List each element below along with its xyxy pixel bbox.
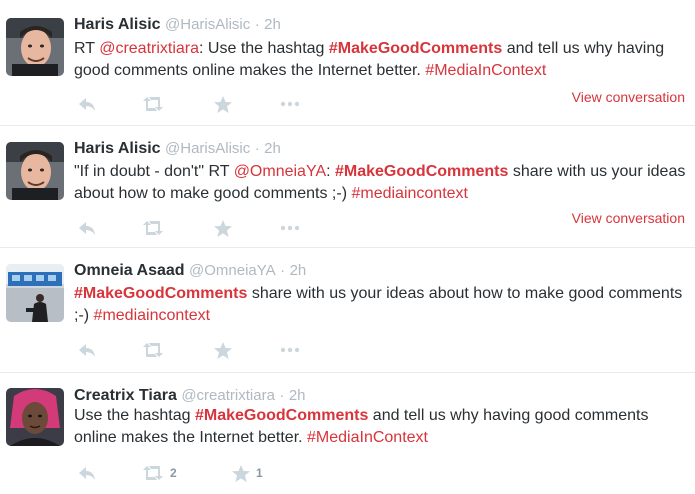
hashtag-link[interactable]: #mediaincontext	[94, 307, 211, 324]
view-conversation-link[interactable]: View conversation	[572, 210, 685, 226]
favorite-button[interactable]	[214, 94, 232, 114]
author-name[interactable]: Creatrix Tiara	[74, 387, 177, 404]
text-span: RT	[74, 40, 100, 57]
more-icon	[280, 101, 300, 107]
avatar[interactable]	[6, 388, 64, 446]
separator-dot: ·	[254, 16, 260, 33]
tweet[interactable]: Haris Alisic @HarisAlisic · 2h "If in do…	[0, 126, 695, 247]
hashtag-link[interactable]: #mediaincontext	[351, 185, 468, 202]
more-button[interactable]	[280, 340, 300, 360]
retweet-icon	[143, 466, 163, 480]
retweet-button[interactable]	[142, 340, 164, 360]
timestamp[interactable]: 2h	[264, 16, 281, 33]
star-icon	[214, 95, 232, 113]
tweet-actions	[74, 94, 374, 114]
star-icon	[214, 219, 232, 237]
retweet-icon	[143, 97, 163, 111]
tweet[interactable]: Creatrix Tiara @creatrixtiara · 2h Use t…	[0, 373, 695, 494]
tweet-actions	[74, 218, 374, 238]
tweet-text: RT @creatrixtiara: Use the hashtag #Make…	[74, 38, 694, 82]
star-icon	[214, 341, 232, 359]
author-name[interactable]: Haris Alisic	[74, 140, 161, 157]
star-icon	[232, 464, 250, 482]
more-icon	[280, 347, 300, 353]
author-handle[interactable]: @HarisAlisic	[165, 16, 250, 33]
reply-button[interactable]	[78, 218, 96, 238]
text-span: :	[326, 163, 335, 180]
reply-button[interactable]	[78, 94, 96, 114]
favorite-button[interactable]	[214, 218, 232, 238]
reply-icon	[79, 467, 95, 480]
author-handle[interactable]: @OmneiaYA	[189, 262, 276, 279]
hashtag-link[interactable]: #MediaInContext	[425, 62, 546, 79]
author-handle[interactable]: @creatrixtiara	[181, 387, 275, 404]
text-span: "If in doubt - don't" RT	[74, 163, 234, 180]
favorite-button[interactable]	[214, 340, 232, 360]
favorite-count[interactable]: 1	[256, 466, 263, 480]
tweet-text: Use the hashtag #MakeGoodComments and te…	[74, 405, 694, 449]
more-button[interactable]	[280, 94, 300, 114]
retweet-icon	[143, 221, 163, 235]
text-span: : Use the hashtag	[199, 40, 329, 57]
timestamp[interactable]: 2h	[289, 387, 306, 404]
tweet-text: #MakeGoodComments share with us your ide…	[74, 283, 694, 327]
hashtag-link[interactable]: #MakeGoodComments	[195, 407, 368, 424]
hashtag-link[interactable]: #MakeGoodComments	[329, 40, 502, 57]
reply-icon	[79, 98, 95, 111]
author-handle[interactable]: @HarisAlisic	[165, 140, 250, 157]
favorite-button[interactable]: 1	[232, 463, 263, 483]
reply-icon	[79, 222, 95, 235]
avatar[interactable]	[6, 142, 64, 200]
text-span: Use the hashtag	[74, 407, 195, 424]
timestamp[interactable]: 2h	[264, 140, 281, 157]
tweet[interactable]: Omneia Asaad @OmneiaYA · 2h #MakeGoodCom…	[0, 248, 695, 372]
reply-button[interactable]	[78, 463, 96, 483]
more-icon	[280, 225, 300, 231]
tweet-actions	[74, 340, 374, 360]
retweet-button[interactable]	[142, 218, 164, 238]
retweet-button[interactable]	[142, 94, 164, 114]
hashtag-link[interactable]: #MediaInContext	[307, 429, 428, 446]
separator-dot: ·	[279, 387, 285, 404]
retweet-count[interactable]: 2	[170, 466, 177, 480]
avatar[interactable]	[6, 264, 64, 322]
mention-link[interactable]: @OmneiaYA	[234, 163, 326, 180]
timestamp[interactable]: 2h	[290, 262, 307, 279]
view-conversation-link[interactable]: View conversation	[572, 89, 685, 105]
separator-dot: ·	[280, 262, 286, 279]
author-name[interactable]: Haris Alisic	[74, 16, 161, 33]
retweet-button[interactable]: 2	[142, 463, 177, 483]
retweet-icon	[143, 343, 163, 357]
more-button[interactable]	[280, 218, 300, 238]
author-name[interactable]: Omneia Asaad	[74, 262, 185, 279]
avatar[interactable]	[6, 18, 64, 76]
tweet-actions: 2 1	[74, 463, 374, 483]
tweet-text: "If in doubt - don't" RT @OmneiaYA: #Mak…	[74, 161, 694, 205]
reply-icon	[79, 344, 95, 357]
separator-dot: ·	[254, 140, 260, 157]
reply-button[interactable]	[78, 340, 96, 360]
hashtag-link[interactable]: #MakeGoodComments	[335, 163, 508, 180]
hashtag-link[interactable]: #MakeGoodComments	[74, 285, 247, 302]
mention-link[interactable]: @creatrixtiara	[99, 40, 199, 57]
tweet[interactable]: Haris Alisic @HarisAlisic · 2h RT @creat…	[0, 0, 695, 125]
